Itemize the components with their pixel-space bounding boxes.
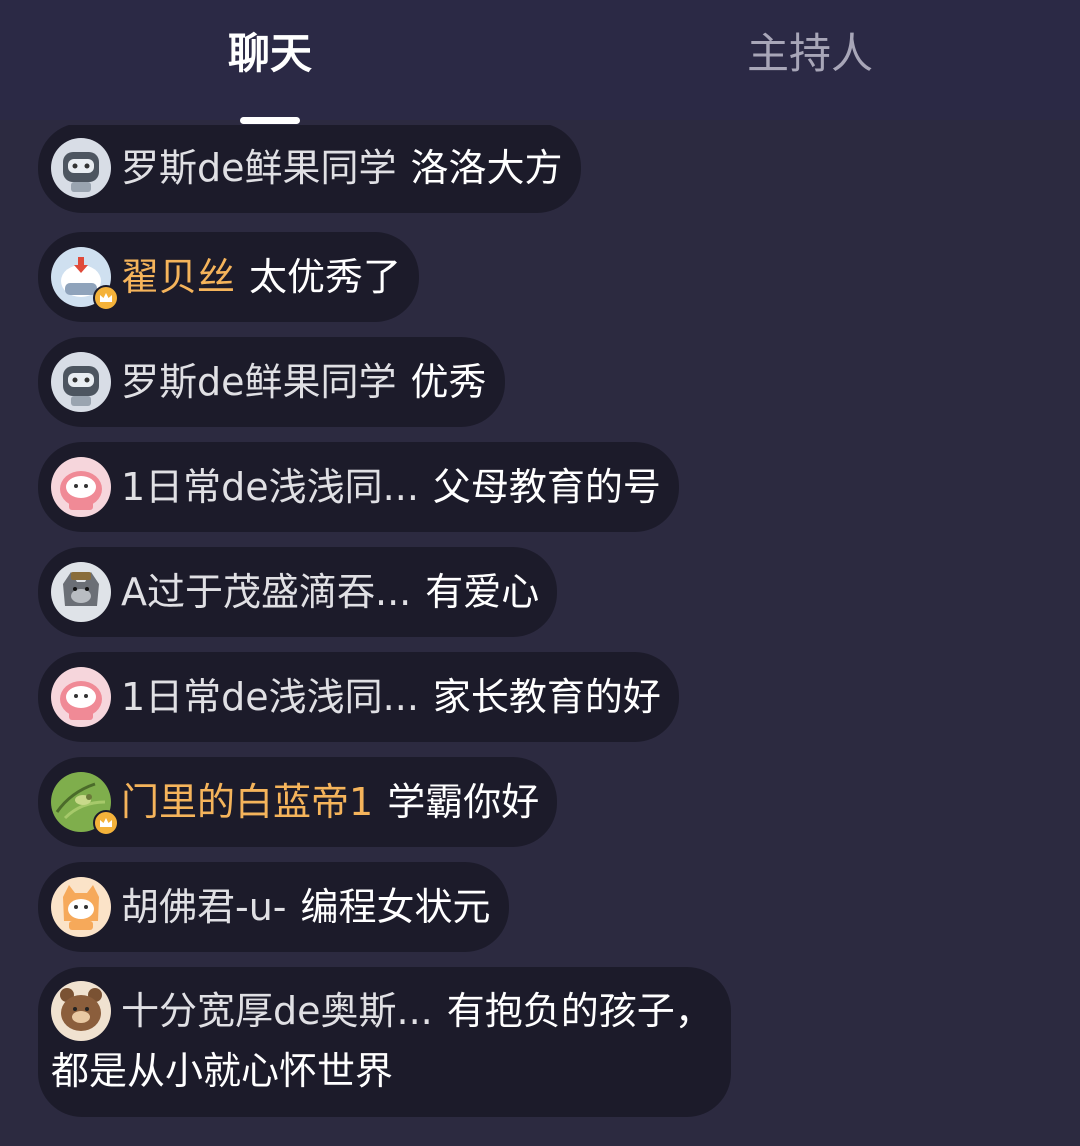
message-content: 有爱心 [425, 570, 540, 614]
chat-message: 1日常de浅浅同... 父母教育的号 [38, 442, 679, 532]
chat-message: 1日常de浅浅同... 家长教育的好 [38, 652, 679, 742]
chat-message: 胡佛君-u- 编程女状元 [38, 862, 509, 952]
tab-host[interactable]: 主持人 [680, 24, 940, 84]
sender-name[interactable]: 罗斯de鲜果同学 [121, 360, 397, 404]
gray-wolf-avatar[interactable] [51, 562, 111, 622]
sender-name[interactable]: 翟贝丝 [121, 255, 235, 299]
pink-pig-avatar[interactable] [51, 457, 111, 517]
message-content: 学霸你好 [387, 780, 540, 824]
sender-name[interactable]: 罗斯de鲜果同学 [121, 146, 397, 190]
robot-avatar[interactable] [51, 352, 111, 412]
chat-message: 门里的白蓝帝1 学霸你好 [38, 757, 558, 847]
orange-cat-avatar[interactable] [51, 877, 111, 937]
chat-message: 十分宽厚de奥斯... 有抱负的孩子， 都是从小就心怀世界 [38, 967, 731, 1117]
message-text: 十分宽厚de奥斯... 有抱负的孩子， [121, 987, 713, 1035]
sender-name[interactable]: 十分宽厚de奥斯... [121, 989, 433, 1033]
robot-red-avatar[interactable] [51, 247, 119, 311]
chat-message-list[interactable]: 罗斯de鲜果同学 洛洛大方 翟贝丝 太优秀了 罗斯de鲜果同学 优秀 1日常de… [0, 125, 1080, 1146]
crown-badge-icon [93, 810, 119, 836]
message-content: 太优秀了 [249, 255, 402, 299]
crown-badge-icon [93, 285, 119, 311]
message-content: 有抱负的孩子， [446, 989, 713, 1033]
message-content: 家长教育的好 [432, 675, 661, 719]
pink-pig-avatar[interactable] [51, 667, 111, 727]
sender-name[interactable]: A过于茂盛滴吞... [121, 570, 411, 614]
live-room-chat-screen: 聊天 主持人 罗斯de鲜果同学 洛洛大方 翟贝丝 太优秀了 罗斯de鲜果同学 优… [0, 0, 1080, 1146]
active-tab-indicator [240, 117, 300, 124]
message-content: 洛洛大方 [410, 146, 563, 190]
chat-message: 翟贝丝 太优秀了 [38, 232, 420, 322]
message-text: 门里的白蓝帝1 学霸你好 [121, 778, 539, 826]
message-text: 1日常de浅浅同... 父母教育的号 [121, 463, 661, 511]
bird-photo-avatar[interactable] [51, 772, 119, 836]
tab-bar: 聊天 主持人 [0, 0, 1080, 124]
message-content: 编程女状元 [300, 885, 491, 929]
tab-chat[interactable]: 聊天 [140, 24, 400, 84]
robot-avatar[interactable] [51, 138, 111, 198]
message-text: 翟贝丝 太优秀了 [121, 253, 401, 301]
chat-message: 罗斯de鲜果同学 优秀 [38, 337, 505, 427]
message-text: A过于茂盛滴吞... 有爱心 [121, 568, 539, 616]
chat-message: 罗斯de鲜果同学 洛洛大方 [38, 125, 581, 213]
message-content: 优秀 [410, 360, 487, 404]
message-text: 胡佛君-u- 编程女状元 [121, 883, 491, 931]
message-content-continued: 都是从小就心怀世界 [51, 1049, 394, 1093]
sender-name[interactable]: 门里的白蓝帝1 [121, 780, 373, 824]
message-text: 1日常de浅浅同... 家长教育的好 [121, 673, 661, 721]
message-content: 父母教育的号 [432, 465, 661, 509]
sender-name[interactable]: 1日常de浅浅同... [121, 465, 419, 509]
sender-name[interactable]: 1日常de浅浅同... [121, 675, 419, 719]
sender-name[interactable]: 胡佛君-u- [121, 885, 287, 929]
brown-bear-avatar[interactable] [51, 981, 111, 1041]
message-text: 罗斯de鲜果同学 优秀 [121, 358, 487, 406]
message-text: 罗斯de鲜果同学 洛洛大方 [121, 144, 563, 192]
chat-message: A过于茂盛滴吞... 有爱心 [38, 547, 558, 637]
